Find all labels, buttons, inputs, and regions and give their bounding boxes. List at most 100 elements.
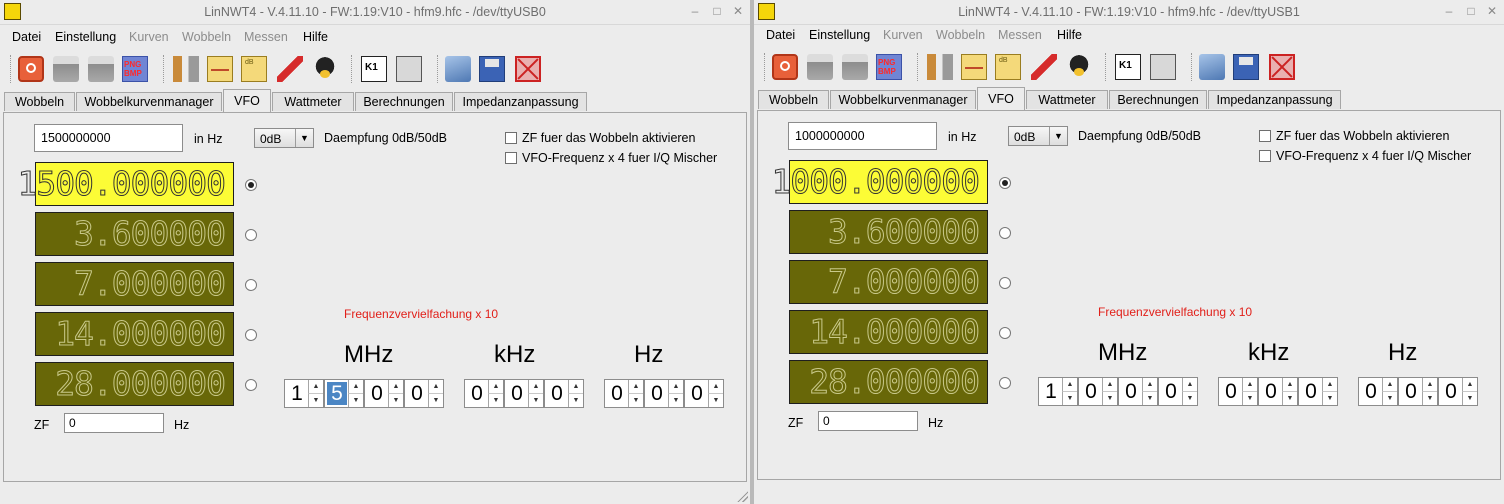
chevron-down-icon[interactable]: ▼ xyxy=(1142,392,1157,405)
digit-value[interactable]: 0 xyxy=(367,382,387,405)
menu-messen[interactable]: Messen xyxy=(998,28,1042,42)
db-icon[interactable]: dB xyxy=(995,54,1021,80)
mhz-digit-4[interactable]: 0 ▲ ▼ xyxy=(1158,377,1198,406)
khz-digit-2[interactable]: 0 ▲ ▼ xyxy=(504,379,544,408)
menu-wobbeln[interactable]: Wobbeln xyxy=(182,30,231,44)
digit-value[interactable]: 0 xyxy=(1081,380,1101,403)
chevron-up-icon[interactable]: ▲ xyxy=(308,380,323,394)
chevron-down-icon[interactable]: ▼ xyxy=(388,394,403,407)
menu-hilfe[interactable]: Hilfe xyxy=(303,30,328,44)
save-icon[interactable] xyxy=(1233,54,1259,80)
chart-icon[interactable] xyxy=(961,54,987,80)
chevron-up-icon[interactable]: ▲ xyxy=(1322,378,1337,392)
tab-wobbeln[interactable]: Wobbeln xyxy=(758,90,829,109)
khz-digit-1[interactable]: 0 ▲ ▼ xyxy=(1218,377,1258,406)
chevron-down-icon[interactable]: ▼ xyxy=(1382,392,1397,405)
chevron-down-icon[interactable]: ▼ xyxy=(1282,392,1297,405)
chevron-up-icon[interactable]: ▲ xyxy=(1182,378,1197,392)
tools-icon[interactable] xyxy=(927,54,953,80)
tab-berechnungen[interactable]: Berechnungen xyxy=(1109,90,1207,109)
digit-value[interactable]: 0 xyxy=(1361,380,1381,403)
chevron-down-icon[interactable]: ▼ xyxy=(428,394,443,407)
frequency-radio-4[interactable] xyxy=(245,329,257,341)
tab-wattmeter[interactable]: Wattmeter xyxy=(1026,90,1108,109)
chevron-down-icon[interactable]: ▼ xyxy=(568,394,583,407)
menu-datei[interactable]: Datei xyxy=(766,28,795,42)
hz-digit-2[interactable]: 0 ▲ ▼ xyxy=(644,379,684,408)
digit-value[interactable]: 0 xyxy=(647,382,667,405)
chevron-down-icon[interactable]: ▼ xyxy=(348,394,363,407)
frequency-display-1[interactable]: 1000.000000 xyxy=(771,160,988,204)
k2-icon[interactable] xyxy=(396,56,422,82)
tab-wobbelkurvenmanager[interactable]: Wobbelkurvenmanager xyxy=(830,90,976,109)
digit-value[interactable]: 0 xyxy=(1161,380,1181,403)
hz-digit-3[interactable]: 0 ▲ ▼ xyxy=(1438,377,1478,406)
delete-icon[interactable] xyxy=(515,56,541,82)
frequency-radio-5[interactable] xyxy=(245,379,257,391)
print-icon[interactable] xyxy=(807,54,833,80)
print-icon[interactable] xyxy=(53,56,79,82)
frequency-display-4[interactable]: 14.000000 xyxy=(35,312,234,356)
hz-digit-3[interactable]: 0 ▲ ▼ xyxy=(684,379,724,408)
frequency-radio-2[interactable] xyxy=(245,229,257,241)
menu-kurven[interactable]: Kurven xyxy=(129,30,169,44)
chevron-down-icon[interactable]: ▼ xyxy=(1242,392,1257,405)
mhz-digit-3[interactable]: 0 ▲ ▼ xyxy=(364,379,404,408)
title-bar[interactable]: LinNWT4 - V.4.11.10 - FW:1.19:V10 - hfm9… xyxy=(0,0,750,25)
chevron-up-icon[interactable]: ▲ xyxy=(388,380,403,394)
mhz-digit-2[interactable]: 5 ▲ ▼ xyxy=(324,379,364,408)
db-icon[interactable]: dB xyxy=(241,56,267,82)
chevron-down-icon[interactable]: ▼ xyxy=(1062,392,1077,405)
digit-value[interactable]: 0 xyxy=(1441,380,1461,403)
chevron-up-icon[interactable]: ▲ xyxy=(1282,378,1297,392)
chevron-down-icon[interactable]: ▼ xyxy=(308,394,323,407)
frequency-input[interactable]: 1000000000 xyxy=(788,122,937,150)
frequency-display-1[interactable]: 1500.000000 xyxy=(17,162,234,206)
digit-value[interactable]: 0 xyxy=(407,382,427,405)
frequency-radio-3[interactable] xyxy=(999,277,1011,289)
knife-icon[interactable] xyxy=(1031,54,1057,80)
chevron-up-icon[interactable]: ▲ xyxy=(488,380,503,394)
tab-wobbeln[interactable]: Wobbeln xyxy=(4,92,75,111)
delete-icon[interactable] xyxy=(1269,54,1295,80)
frequency-display-3[interactable]: 7.000000 xyxy=(35,262,234,306)
png-bmp-icon[interactable]: PNG BMP xyxy=(876,54,902,80)
maximize-icon[interactable]: □ xyxy=(710,4,724,18)
tab-impedanzanpassung[interactable]: Impedanzanpassung xyxy=(1208,90,1341,109)
mhz-digit-2[interactable]: 0 ▲ ▼ xyxy=(1078,377,1118,406)
zf-wobbeln-checkbox[interactable] xyxy=(1259,130,1271,142)
tab-impedanzanpassung[interactable]: Impedanzanpassung xyxy=(454,92,587,111)
tux-icon[interactable] xyxy=(1066,54,1092,80)
mhz-digit-1[interactable]: 1 ▲ ▼ xyxy=(284,379,324,408)
zf-input[interactable]: 0 xyxy=(818,411,918,431)
chevron-up-icon[interactable]: ▲ xyxy=(628,380,643,394)
chevron-up-icon[interactable]: ▲ xyxy=(1142,378,1157,392)
open-icon[interactable] xyxy=(1199,54,1225,80)
tab-vfo[interactable]: VFO xyxy=(977,87,1025,110)
close-icon[interactable]: ✕ xyxy=(731,4,745,18)
menu-datei[interactable]: Datei xyxy=(12,30,41,44)
vfo-x4-checkbox[interactable] xyxy=(1259,150,1271,162)
menu-einstellung[interactable]: Einstellung xyxy=(809,28,870,42)
hz-digit-2[interactable]: 0 ▲ ▼ xyxy=(1398,377,1438,406)
tab-wobbelkurvenmanager[interactable]: Wobbelkurvenmanager xyxy=(76,92,222,111)
tux-icon[interactable] xyxy=(312,56,338,82)
chevron-up-icon[interactable]: ▲ xyxy=(428,380,443,394)
digit-value[interactable]: 0 xyxy=(507,382,527,405)
minimize-icon[interactable]: – xyxy=(1442,4,1456,18)
power-icon[interactable] xyxy=(772,54,798,80)
k1-icon[interactable]: K1 xyxy=(1115,54,1141,80)
digit-value[interactable]: 0 xyxy=(467,382,487,405)
chevron-down-icon[interactable]: ▼ xyxy=(1182,392,1197,405)
chevron-down-icon[interactable]: ▼ xyxy=(668,394,683,407)
khz-digit-1[interactable]: 0 ▲ ▼ xyxy=(464,379,504,408)
menu-hilfe[interactable]: Hilfe xyxy=(1057,28,1082,42)
minimize-icon[interactable]: – xyxy=(688,4,702,18)
chart-icon[interactable] xyxy=(207,56,233,82)
print-preview-icon[interactable] xyxy=(88,56,114,82)
resize-grip[interactable] xyxy=(736,490,748,502)
tab-berechnungen[interactable]: Berechnungen xyxy=(355,92,453,111)
maximize-icon[interactable]: □ xyxy=(1464,4,1478,18)
hz-digit-1[interactable]: 0 ▲ ▼ xyxy=(604,379,644,408)
chevron-down-icon[interactable]: ▼ xyxy=(708,394,723,407)
